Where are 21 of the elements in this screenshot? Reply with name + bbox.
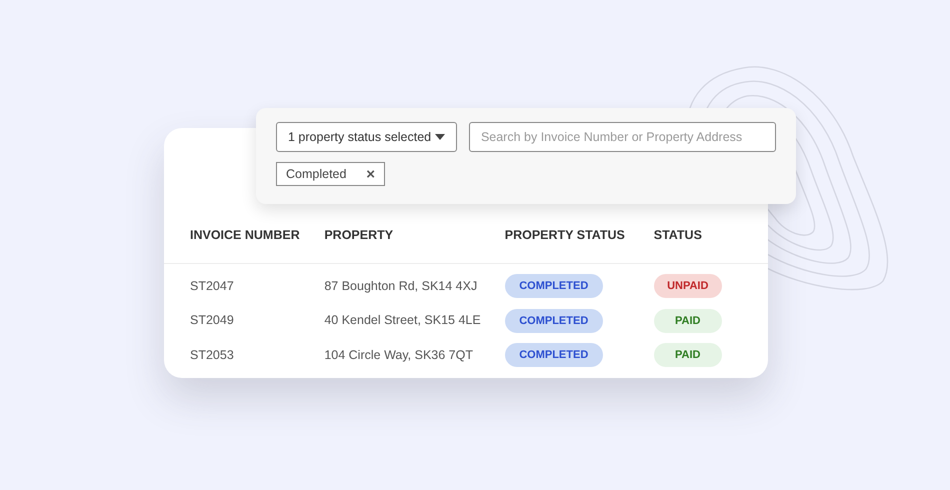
table-cell-text: ST2047 [190, 278, 235, 295]
status-badge: COMPLETED [504, 274, 603, 298]
caret-icon [434, 134, 445, 140]
table-cell-text: 87 Boughton Rd, SK14 4XJ [324, 278, 478, 295]
status-badge: COMPLETED [504, 343, 603, 368]
chip-label: Completed [286, 166, 346, 183]
column-header: PROPERTY STATUS [504, 227, 626, 244]
table-cell-text: ST2049 [190, 312, 235, 330]
table-cell-text: ST2053 [190, 346, 235, 364]
search-field[interactable]: Search by Invoice Number or Property Address [468, 122, 776, 152]
table-cell-text: 40 Kendel Street, SK15 4LE [324, 312, 482, 330]
column-header: STATUS [654, 227, 703, 244]
column-header: INVOICE NUMBER [190, 227, 301, 244]
status-badge: PAID [654, 308, 722, 333]
status-dropdown[interactable]: 1 property status selected [276, 122, 457, 152]
column-header: PROPERTY [324, 227, 394, 244]
status-badge: PAID [654, 343, 722, 368]
table-cell-text: 104 Circle Way, SK36 7QT [324, 346, 474, 364]
remove-chip-button[interactable]: × [366, 166, 375, 182]
status-badge: COMPLETED [504, 308, 603, 333]
status-badge: UNPAID [654, 274, 722, 298]
